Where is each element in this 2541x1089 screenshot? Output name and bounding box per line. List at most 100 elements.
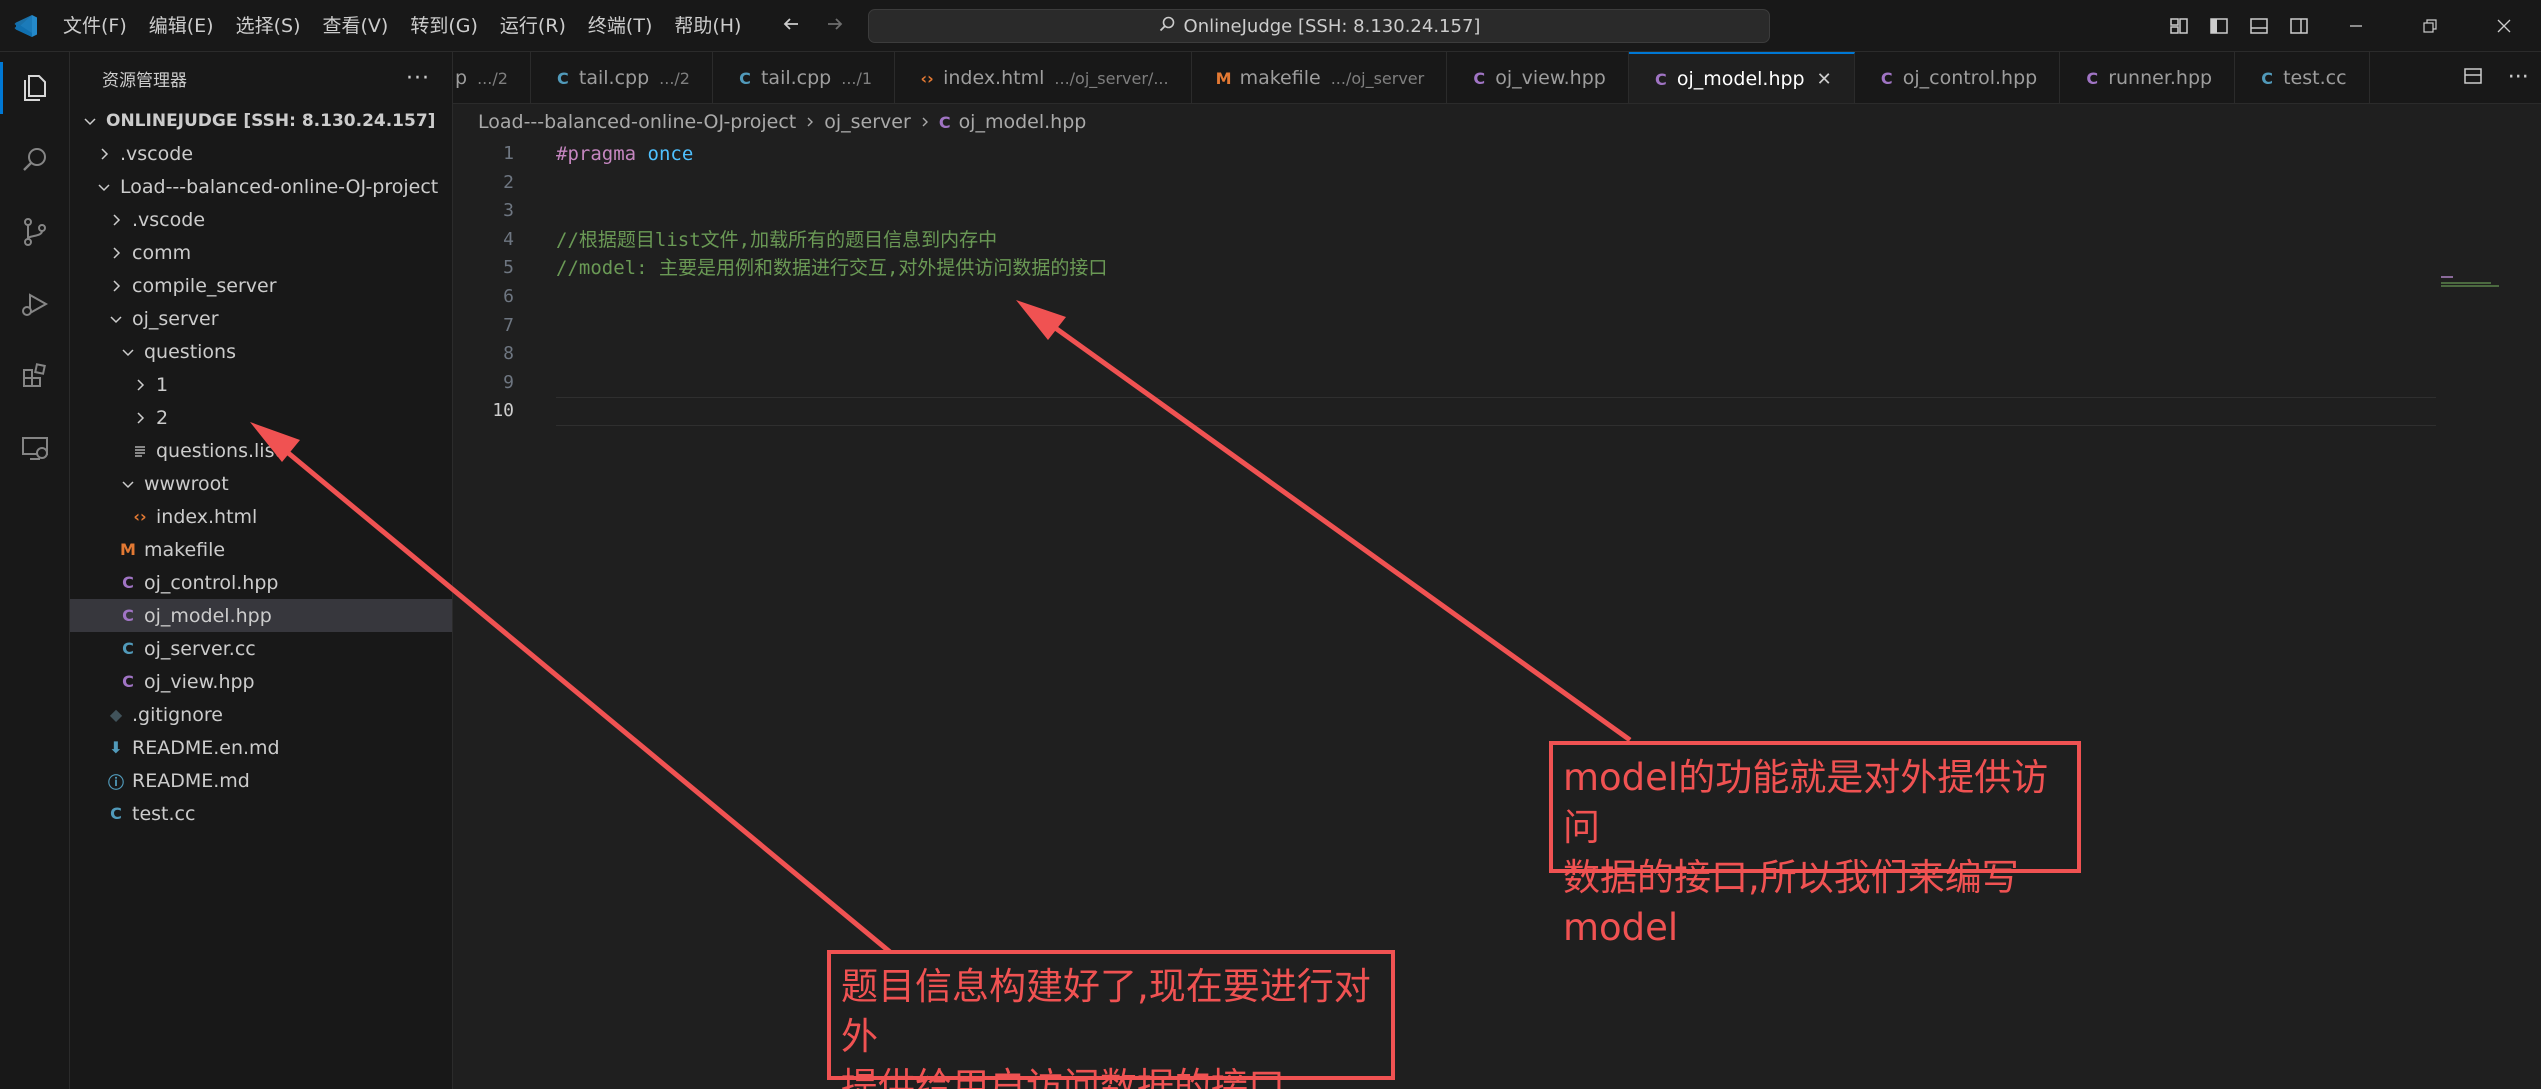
- tree-folder-compile-server[interactable]: compile_server: [70, 269, 452, 302]
- menu-file[interactable]: 文件(F): [52, 0, 138, 52]
- tree-folder-wwwroot[interactable]: wwwroot: [70, 467, 452, 500]
- tree-folder-1[interactable]: 1: [70, 368, 452, 401]
- tab-tail-cpp-2[interactable]: C tail.cpp .../2: [531, 52, 713, 103]
- tree-file-questions-list[interactable]: questions.list: [70, 434, 452, 467]
- search-icon: [1158, 15, 1176, 38]
- split-editor-icon[interactable]: [2463, 67, 2483, 89]
- back-arrow-icon[interactable]: [780, 13, 802, 39]
- tree-folder-vscode-inner[interactable]: .vscode: [70, 203, 452, 236]
- menu-help[interactable]: 帮助(H): [663, 0, 752, 52]
- tab-tail-cpp-1[interactable]: C tail.cpp .../1: [713, 52, 896, 103]
- tree-file-readme[interactable]: ⓘ README.md: [70, 764, 452, 797]
- annotation-model-purpose: model的功能就是对外提供访问 数据的接口,所以我们来编写model: [1549, 741, 2081, 949]
- menu-terminal[interactable]: 终端(T): [577, 0, 663, 52]
- tree-item-label: index.html: [156, 505, 258, 528]
- cpp-header-file-icon: C: [938, 112, 951, 132]
- tab-oj-view[interactable]: C oj_view.hpp: [1447, 52, 1629, 103]
- menu-edit[interactable]: 编辑(E): [138, 0, 225, 52]
- line-number: 8: [503, 343, 514, 365]
- tree-folder-questions[interactable]: questions: [70, 335, 452, 368]
- toggle-secondary-sidebar-icon[interactable]: [2279, 0, 2319, 52]
- tree-file-readme-en[interactable]: ⬇ README.en.md: [70, 731, 452, 764]
- run-debug-icon[interactable]: [0, 268, 70, 340]
- workspace-root[interactable]: ONLINEJUDGE [SSH: 8.130.24.157]: [70, 104, 452, 137]
- tab-label: oj_control.hpp: [1902, 67, 2038, 89]
- tree-file-makefile[interactable]: M makefile: [70, 533, 452, 566]
- menu-bar: 文件(F) 编辑(E) 选择(S) 查看(V) 转到(G) 运行(R) 终端(T…: [52, 0, 752, 52]
- source-control-icon[interactable]: [0, 196, 70, 268]
- command-center[interactable]: OnlineJudge [SSH: 8.130.24.157]: [868, 9, 1770, 43]
- tab-makefile[interactable]: M makefile .../oj_server: [1192, 52, 1448, 103]
- tab-runner[interactable]: C runner.hpp: [2060, 52, 2236, 103]
- customize-layout-icon[interactable]: [2159, 0, 2199, 52]
- forward-arrow-icon[interactable]: [824, 13, 846, 39]
- menu-selection[interactable]: 选择(S): [225, 0, 312, 52]
- restore-icon[interactable]: [2393, 0, 2467, 52]
- tab-label: makefile: [1239, 67, 1321, 89]
- chevron-right-icon: [130, 411, 150, 425]
- tree-item-label: oj_model.hpp: [144, 604, 272, 627]
- explorer-icon[interactable]: [0, 52, 70, 124]
- tab-label: oj_model.hpp: [1676, 68, 1805, 90]
- menu-go[interactable]: 转到(G): [399, 0, 489, 52]
- annotation-text: 题目信息构建好了,现在要进行对外: [841, 965, 1371, 1058]
- tree-item-label: oj_view.hpp: [144, 670, 255, 693]
- tab-oj-control[interactable]: C oj_control.hpp: [1855, 52, 2061, 103]
- close-window-icon[interactable]: [2467, 0, 2541, 52]
- chevron-down-icon: [118, 345, 138, 359]
- tree-item-label: .vscode: [132, 208, 206, 231]
- tab-oj-model[interactable]: C oj_model.hpp ✕: [1628, 52, 1855, 103]
- git-file-icon: ◆: [109, 705, 123, 724]
- tree-file-oj-control[interactable]: C oj_control.hpp: [70, 566, 452, 599]
- cpp-header-file-icon: C: [122, 672, 134, 691]
- tree-folder-2[interactable]: 2: [70, 401, 452, 434]
- tab-label: test.cc: [2283, 67, 2347, 89]
- minimize-icon[interactable]: [2319, 0, 2393, 52]
- tree-file-oj-view[interactable]: C oj_view.hpp: [70, 665, 452, 698]
- tree-file-gitignore[interactable]: ◆ .gitignore: [70, 698, 452, 731]
- tree-file-oj-model[interactable]: C oj_model.hpp: [70, 599, 452, 632]
- breadcrumb: Load---balanced-online-OJ-project oj_ser…: [478, 106, 1086, 138]
- minimap[interactable]: [2441, 276, 2501, 296]
- workspace-root-label: ONLINEJUDGE [SSH: 8.130.24.157]: [106, 110, 436, 131]
- menu-run[interactable]: 运行(R): [489, 0, 577, 52]
- breadcrumb-item[interactable]: oj_model.hpp: [959, 111, 1087, 133]
- chevron-right-icon: [919, 111, 931, 133]
- line-number: 6: [503, 285, 514, 307]
- annotation-text: model的功能就是对外提供访问: [1563, 756, 2049, 849]
- explorer-panel: 资源管理器 ··· ONLINEJUDGE [SSH: 8.130.24.157…: [70, 52, 453, 1089]
- menu-view[interactable]: 查看(V): [312, 0, 400, 52]
- close-tab-icon[interactable]: ✕: [1817, 69, 1832, 90]
- tree-item-label: questions.list: [156, 439, 282, 462]
- remote-explorer-icon[interactable]: [0, 412, 70, 484]
- toggle-panel-icon[interactable]: [2239, 0, 2279, 52]
- editor-actions: ···: [2451, 52, 2541, 104]
- tab-truncated[interactable]: p .../2: [453, 52, 531, 103]
- more-actions-button[interactable]: ···: [406, 66, 430, 91]
- tree-folder-vscode[interactable]: .vscode: [70, 137, 452, 170]
- search-icon[interactable]: [0, 124, 70, 196]
- code-content[interactable]: #pragma once //根据题目list文件,加载所有的题目信息到内存中 …: [556, 140, 2436, 426]
- tab-test-cc[interactable]: C test.cc: [2235, 52, 2370, 103]
- tab-index-html[interactable]: ‹› index.html .../oj_server/...: [895, 52, 1192, 103]
- tree-file-oj-server-cc[interactable]: C oj_server.cc: [70, 632, 452, 665]
- tree-file-index-html[interactable]: ‹› index.html: [70, 500, 452, 533]
- tree-item-label: makefile: [144, 538, 226, 561]
- toggle-primary-sidebar-icon[interactable]: [2199, 0, 2239, 52]
- tab-description: .../2: [659, 68, 690, 88]
- line-number: 5: [503, 257, 514, 279]
- extensions-icon[interactable]: [0, 340, 70, 412]
- tree-folder-comm[interactable]: comm: [70, 236, 452, 269]
- breadcrumb-item[interactable]: oj_server: [824, 111, 911, 133]
- tree-folder-project[interactable]: Load---balanced-online-OJ-project: [70, 170, 452, 203]
- tree-folder-oj-server[interactable]: oj_server: [70, 302, 452, 335]
- breadcrumb-item[interactable]: Load---balanced-online-OJ-project: [478, 111, 796, 133]
- code-editor[interactable]: 1 2 3 4 5 6 7 8 9 10 #pragma once //根据题目…: [454, 140, 2541, 1089]
- more-actions-icon[interactable]: ···: [2508, 65, 2529, 90]
- chevron-down-icon: [118, 477, 138, 491]
- tree-file-test-cc[interactable]: C test.cc: [70, 797, 452, 830]
- tree-item-label: wwwroot: [144, 472, 229, 495]
